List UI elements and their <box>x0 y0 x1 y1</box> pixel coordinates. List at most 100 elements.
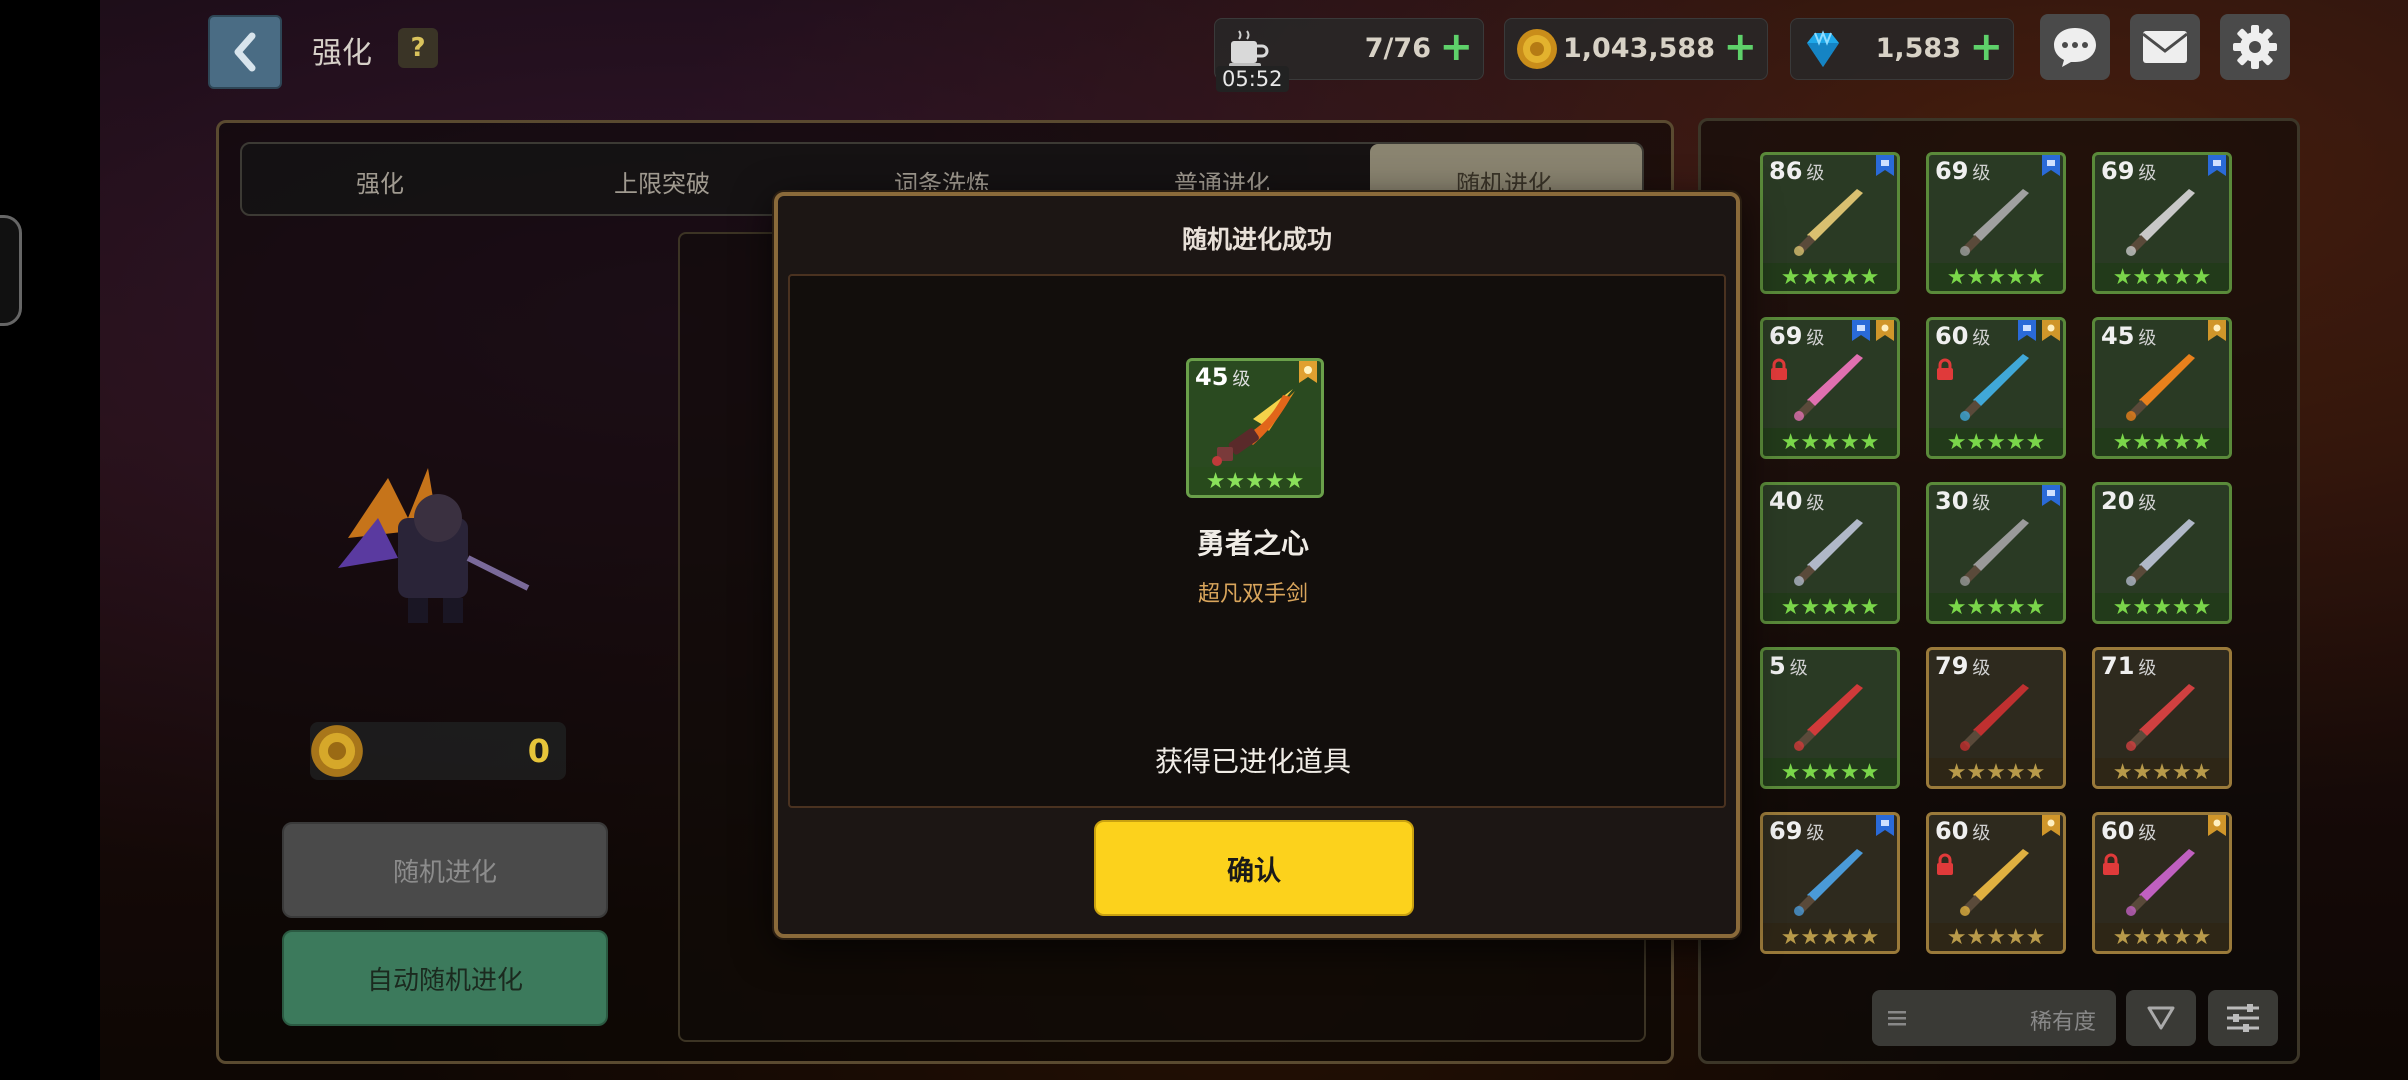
edge-handle[interactable] <box>0 215 22 326</box>
inventory-item[interactable]: 40 级 ★★★★★ <box>1760 482 1900 624</box>
item-stars: ★★★★★ <box>1763 758 1897 786</box>
blue-bookmark-icon <box>2042 155 2060 176</box>
gem-value: 1,583 <box>1875 33 1961 64</box>
page-title: 强化 <box>312 36 372 71</box>
gear-icon <box>2233 25 2277 69</box>
inventory-item[interactable]: 69 级 ★★★★★ <box>1760 812 1900 954</box>
item-stars: ★★★★★ <box>2095 428 2229 456</box>
triangle-down-icon <box>2147 1006 2175 1030</box>
item-stars: ★★★★★ <box>1929 263 2063 291</box>
reward-item-name: 勇者之心 <box>1196 527 1309 560</box>
drill-icon <box>1960 189 2029 256</box>
inventory-item[interactable]: 69 级 ★★★★★ <box>1760 317 1900 459</box>
item-level: 60 级 <box>1935 817 1991 845</box>
gold-coin-icon <box>311 725 363 777</box>
blue-bookmark-icon <box>1876 155 1894 176</box>
item-stars: ★★★★★ <box>2095 758 2229 786</box>
gem-add-button[interactable]: + <box>1969 25 2003 69</box>
envelope-icon <box>2142 31 2188 63</box>
red-armor-icon <box>1960 684 2029 751</box>
item-stars: ★★★★★ <box>2095 923 2229 951</box>
item-stars: ★★★★★ <box>1929 923 2063 951</box>
bow-icon <box>1794 849 1863 916</box>
gold-value: 1,043,588 <box>1562 33 1715 64</box>
reward-item-type: 超凡双手剑 <box>1197 582 1308 607</box>
blue-bookmark-icon <box>2208 155 2226 176</box>
gold-bookmark-icon <box>1876 320 1894 341</box>
inventory-item[interactable]: 5 级 ★★★★★ <box>1760 647 1900 789</box>
sliders-icon <box>2227 1004 2259 1032</box>
flame-sword-icon <box>2126 354 2195 421</box>
item-level: 30 级 <box>1935 487 1991 515</box>
gold-coin-icon <box>1517 29 1557 69</box>
shield-icon <box>1794 189 1863 256</box>
mail-button[interactable] <box>2130 14 2200 80</box>
gold-sword-icon <box>1960 849 2029 916</box>
evolve-cost: 0 <box>310 722 566 780</box>
auto-random-evolve-button[interactable]: 自动随机进化 <box>282 930 608 1026</box>
sort-dropdown[interactable]: 稀有度 <box>1872 990 2116 1046</box>
item-stars: ★★★★★ <box>1929 593 2063 621</box>
item-level: 5级 <box>1769 652 1808 680</box>
item-level: 45 级 <box>2101 322 2157 350</box>
blaster-icon <box>2126 849 2195 916</box>
item-stars: ★★★★★ <box>2095 593 2229 621</box>
inventory-item[interactable]: 69 级 ★★★★★ <box>1926 152 2066 294</box>
item-level: 69 级 <box>1935 157 1991 185</box>
item-stars: ★★★★★ <box>1929 758 2063 786</box>
gem-counter: 1,583 + <box>1790 18 2014 80</box>
crossbow-icon <box>2126 189 2195 256</box>
result-message: 获得已进化道具 <box>1154 745 1351 778</box>
inventory-item[interactable]: 79 级 ★★★★★ <box>1926 647 2066 789</box>
lock-icon <box>2103 853 2119 875</box>
item-stars: ★★★★★ <box>1929 428 2063 456</box>
armor-icon <box>1960 519 2029 586</box>
inventory-item[interactable]: 86 级 ★★★★★ <box>1760 152 1900 294</box>
bookmark-icon <box>1299 361 1317 383</box>
gold-bookmark-icon <box>2208 815 2226 836</box>
inventory-item[interactable]: 71 级 ★★★★★ <box>2092 647 2232 789</box>
item-stars: ★★★★★ <box>1763 923 1897 951</box>
blue-bookmark-icon <box>1876 815 1894 836</box>
sort-label: 稀有度 <box>2029 1010 2096 1035</box>
inventory-item[interactable]: 60 级 ★★★★★ <box>1926 812 2066 954</box>
reward-item-stars: ★★★★★ <box>1189 467 1321 495</box>
diamond-icon <box>1807 30 1839 67</box>
stamina-add-button[interactable]: + <box>1439 25 1473 69</box>
item-level: 69 级 <box>1769 322 1825 350</box>
sort-order-button[interactable] <box>2126 990 2196 1046</box>
item-level: 60 级 <box>2101 817 2157 845</box>
gold-counter: 1,043,588 + <box>1504 18 1768 80</box>
back-button[interactable] <box>208 15 282 89</box>
blue-bookmark-icon <box>2018 320 2036 341</box>
ring-icon <box>1794 684 1863 751</box>
inventory-item[interactable]: 60 级 ★★★★★ <box>1926 317 2066 459</box>
gold-add-button[interactable]: + <box>1723 25 1757 69</box>
chevron-left-icon <box>234 32 256 72</box>
item-stars: ★★★★★ <box>1763 263 1897 291</box>
item-level: 79 级 <box>1935 652 1991 680</box>
inventory-item[interactable]: 20 级 ★★★★★ <box>2092 482 2232 624</box>
settings-button[interactable] <box>2220 14 2290 80</box>
sword-icon <box>2126 519 2195 586</box>
inventory-item[interactable]: 45 级 ★★★★★ <box>2092 317 2232 459</box>
inventory-item[interactable]: 60 级 ★★★★★ <box>2092 812 2232 954</box>
tab-limit-break[interactable]: 上限突破 <box>572 164 752 199</box>
stamina-timer: 05:52 <box>1216 66 1289 92</box>
chat-button[interactable] <box>2040 14 2110 80</box>
tab-enhance[interactable]: 强化 <box>290 164 470 199</box>
confirm-button[interactable]: 确认 <box>1094 820 1414 916</box>
list-icon <box>1888 1011 1906 1026</box>
random-evolve-button[interactable]: 随机进化 <box>282 822 608 918</box>
stamina-value: 7/76 <box>1364 33 1431 64</box>
help-button[interactable]: ? <box>398 28 438 68</box>
blue-bookmark-icon <box>2042 485 2060 506</box>
lock-icon <box>1937 358 1953 380</box>
blue-gun-icon <box>1960 354 2029 421</box>
filter-button[interactable] <box>2208 990 2278 1046</box>
item-level: 40 级 <box>1769 487 1825 515</box>
inventory-item[interactable]: 30 级 ★★★★★ <box>1926 482 2066 624</box>
reward-item-card[interactable]: 45 级 ★★★★★ <box>1186 358 1324 498</box>
inventory-item[interactable]: 69 级 ★★★★★ <box>2092 152 2232 294</box>
item-level: 69 级 <box>2101 157 2157 185</box>
